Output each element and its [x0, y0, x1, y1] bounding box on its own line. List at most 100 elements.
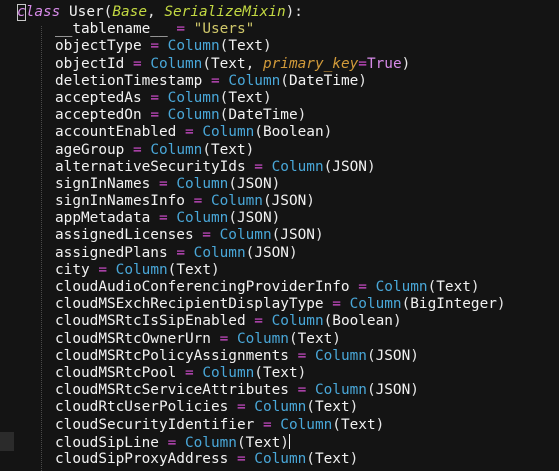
column-attribute-name: cloudMSRtcServiceAttributes [55, 382, 289, 399]
column-attribute-name: cloudMSRtcOwnerUrn [55, 330, 211, 347]
column-definition-line[interactable]: cloudMSRtcIsSipEnabled = Column(Boolean) [17, 313, 506, 330]
column-function: Column [115, 261, 168, 278]
assign-operator: = [210, 72, 220, 89]
editor-gutter [0, 0, 14, 471]
column-definition-line[interactable]: deletionTimestamp = Column(DateTime) [17, 73, 506, 90]
close-paren: ) [323, 124, 333, 141]
assign-operator: = [297, 382, 307, 399]
column-definition-line[interactable]: cloudSecurityIdentifier = Column(Text) [17, 417, 506, 434]
column-definition-line[interactable]: appMetadata = Column(JSON) [17, 210, 506, 227]
assign-operator: = [262, 416, 272, 433]
open-paren: ( [202, 55, 211, 72]
column-definition-line[interactable]: ageGroup = Column(Text) [17, 142, 506, 159]
column-attribute-name: cloudMSExchRecipientDisplayType [55, 296, 324, 313]
close-paren: ) [401, 55, 411, 72]
open-paren: ( [228, 175, 237, 192]
class-declaration-line[interactable]: class User(Base, SerializeMixin): [17, 4, 506, 21]
close-paren: ) [306, 193, 315, 210]
column-definition-line[interactable]: acceptedAs = Column(Text) [17, 90, 506, 107]
tablename-line[interactable]: __tablename__ = "Users" [17, 21, 506, 38]
column-function: Column [210, 193, 263, 210]
column-type: DateTime [288, 72, 359, 89]
close-paren: ) [210, 261, 220, 278]
column-attribute-name: signInNames [55, 175, 151, 192]
close-paren: ) [288, 244, 298, 261]
column-definition-line[interactable]: objectId = Column(Text, primary_key=True… [17, 56, 506, 73]
column-type: Text [228, 38, 263, 55]
column-type: Boolean [332, 313, 393, 330]
column-type: Text [297, 330, 333, 347]
column-type: JSON [280, 227, 315, 244]
column-definition-line[interactable]: assignedLicenses = Column(JSON) [17, 227, 506, 244]
column-type: JSON [271, 193, 307, 210]
column-attribute-name: deletionTimestamp [55, 72, 203, 89]
open-paren: ( [280, 72, 289, 89]
column-definition-line[interactable]: city = Column(Text) [17, 262, 506, 279]
column-definition-line[interactable]: alternativeSecurityIds = Column(JSON) [17, 159, 506, 176]
base-class: SerializeMixin [164, 4, 286, 20]
close-paren: ) [271, 210, 281, 227]
column-definition-line[interactable]: cloudRtcUserPolicies = Column(Text) [17, 399, 506, 416]
open-paren: ( [323, 158, 333, 175]
assign-operator: = [158, 175, 168, 192]
column-attribute-name: cloudAudioConferencingProviderInfo [55, 279, 350, 295]
column-attribute-name: assignedPlans [55, 244, 168, 261]
column-definition-line[interactable]: cloudSipLine = Column(Text) [17, 433, 506, 451]
close-paren: ) [332, 330, 341, 347]
column-attribute-name: acceptedAs [55, 89, 142, 106]
column-definition-line[interactable]: cloudMSRtcOwnerUrn = Column(Text) [17, 331, 506, 348]
column-function: Column [254, 450, 307, 467]
column-definition-line[interactable]: signInNamesInfo = Column(JSON) [17, 193, 506, 210]
column-type: JSON [332, 158, 367, 175]
column-function: Column [167, 38, 220, 55]
open-paren: ( [323, 313, 333, 330]
column-definition-line[interactable]: cloudSipProxyAddress = Column(Text) [17, 451, 506, 468]
column-type: DateTime [228, 107, 298, 124]
column-definition-line[interactable]: cloudMSExchRecipientDisplayType = Column… [17, 296, 506, 313]
open-paren: ( [254, 364, 263, 381]
assign-operator: = [358, 55, 367, 72]
column-type: Text [245, 434, 281, 451]
column-attribute-name: city [55, 261, 90, 278]
keyword-argument-value: True [366, 55, 402, 72]
tablename-attribute: __tablename__ [55, 21, 168, 38]
column-type: Text [262, 364, 298, 381]
open-paren: ( [202, 141, 211, 158]
assign-operator: = [254, 313, 263, 330]
column-function: Column [202, 364, 255, 381]
open-paren: ( [219, 89, 229, 106]
column-attribute-name: cloudRtcUserPolicies [55, 399, 229, 416]
text-caret [288, 433, 290, 449]
column-function: Column [176, 175, 229, 192]
column-function: Column [280, 416, 333, 433]
assign-operator: = [254, 158, 263, 175]
column-definition-line[interactable]: accountEnabled = Column(Boolean) [17, 124, 506, 141]
comma: , [245, 55, 255, 72]
close-paren: ) [410, 382, 419, 399]
column-definition-line[interactable]: cloudAudioConferencingProviderInfo = Col… [17, 279, 506, 296]
code-area[interactable]: class User(Base, SerializeMixin): __table… [17, 4, 506, 468]
column-definition-line[interactable]: objectType = Column(Text) [17, 38, 506, 55]
column-type: JSON [375, 347, 411, 364]
code-editor[interactable]: class User(Base, SerializeMixin): __table… [0, 0, 559, 471]
open-paren: ( [332, 416, 341, 433]
column-function: Column [314, 347, 367, 364]
column-definition-line[interactable]: assignedPlans = Column(JSON) [17, 245, 506, 262]
column-function: Column [271, 158, 324, 175]
column-definition-line[interactable]: acceptedOn = Column(DateTime) [17, 107, 506, 124]
column-definition-line[interactable]: signInNames = Column(JSON) [17, 176, 506, 193]
close-paren: ) [410, 347, 419, 364]
column-type: Text [314, 450, 350, 467]
open-paren: ( [254, 124, 263, 141]
column-function: Column [150, 141, 203, 158]
open-paren: ( [366, 382, 376, 399]
assign-operator: = [358, 279, 367, 295]
column-type: JSON [254, 244, 289, 261]
column-definition-line[interactable]: cloudMSRtcPool = Column(Text) [17, 365, 506, 382]
assign-operator: = [167, 434, 177, 451]
column-definition-line[interactable]: cloudMSRtcServiceAttributes = Column(JSO… [17, 382, 506, 399]
column-attribute-name: acceptedOn [55, 107, 142, 124]
column-type: JSON [236, 210, 272, 227]
close-paren: ) [314, 227, 324, 244]
column-definition-line[interactable]: cloudMSRtcPolicyAssignments = Column(JSO… [17, 348, 506, 365]
